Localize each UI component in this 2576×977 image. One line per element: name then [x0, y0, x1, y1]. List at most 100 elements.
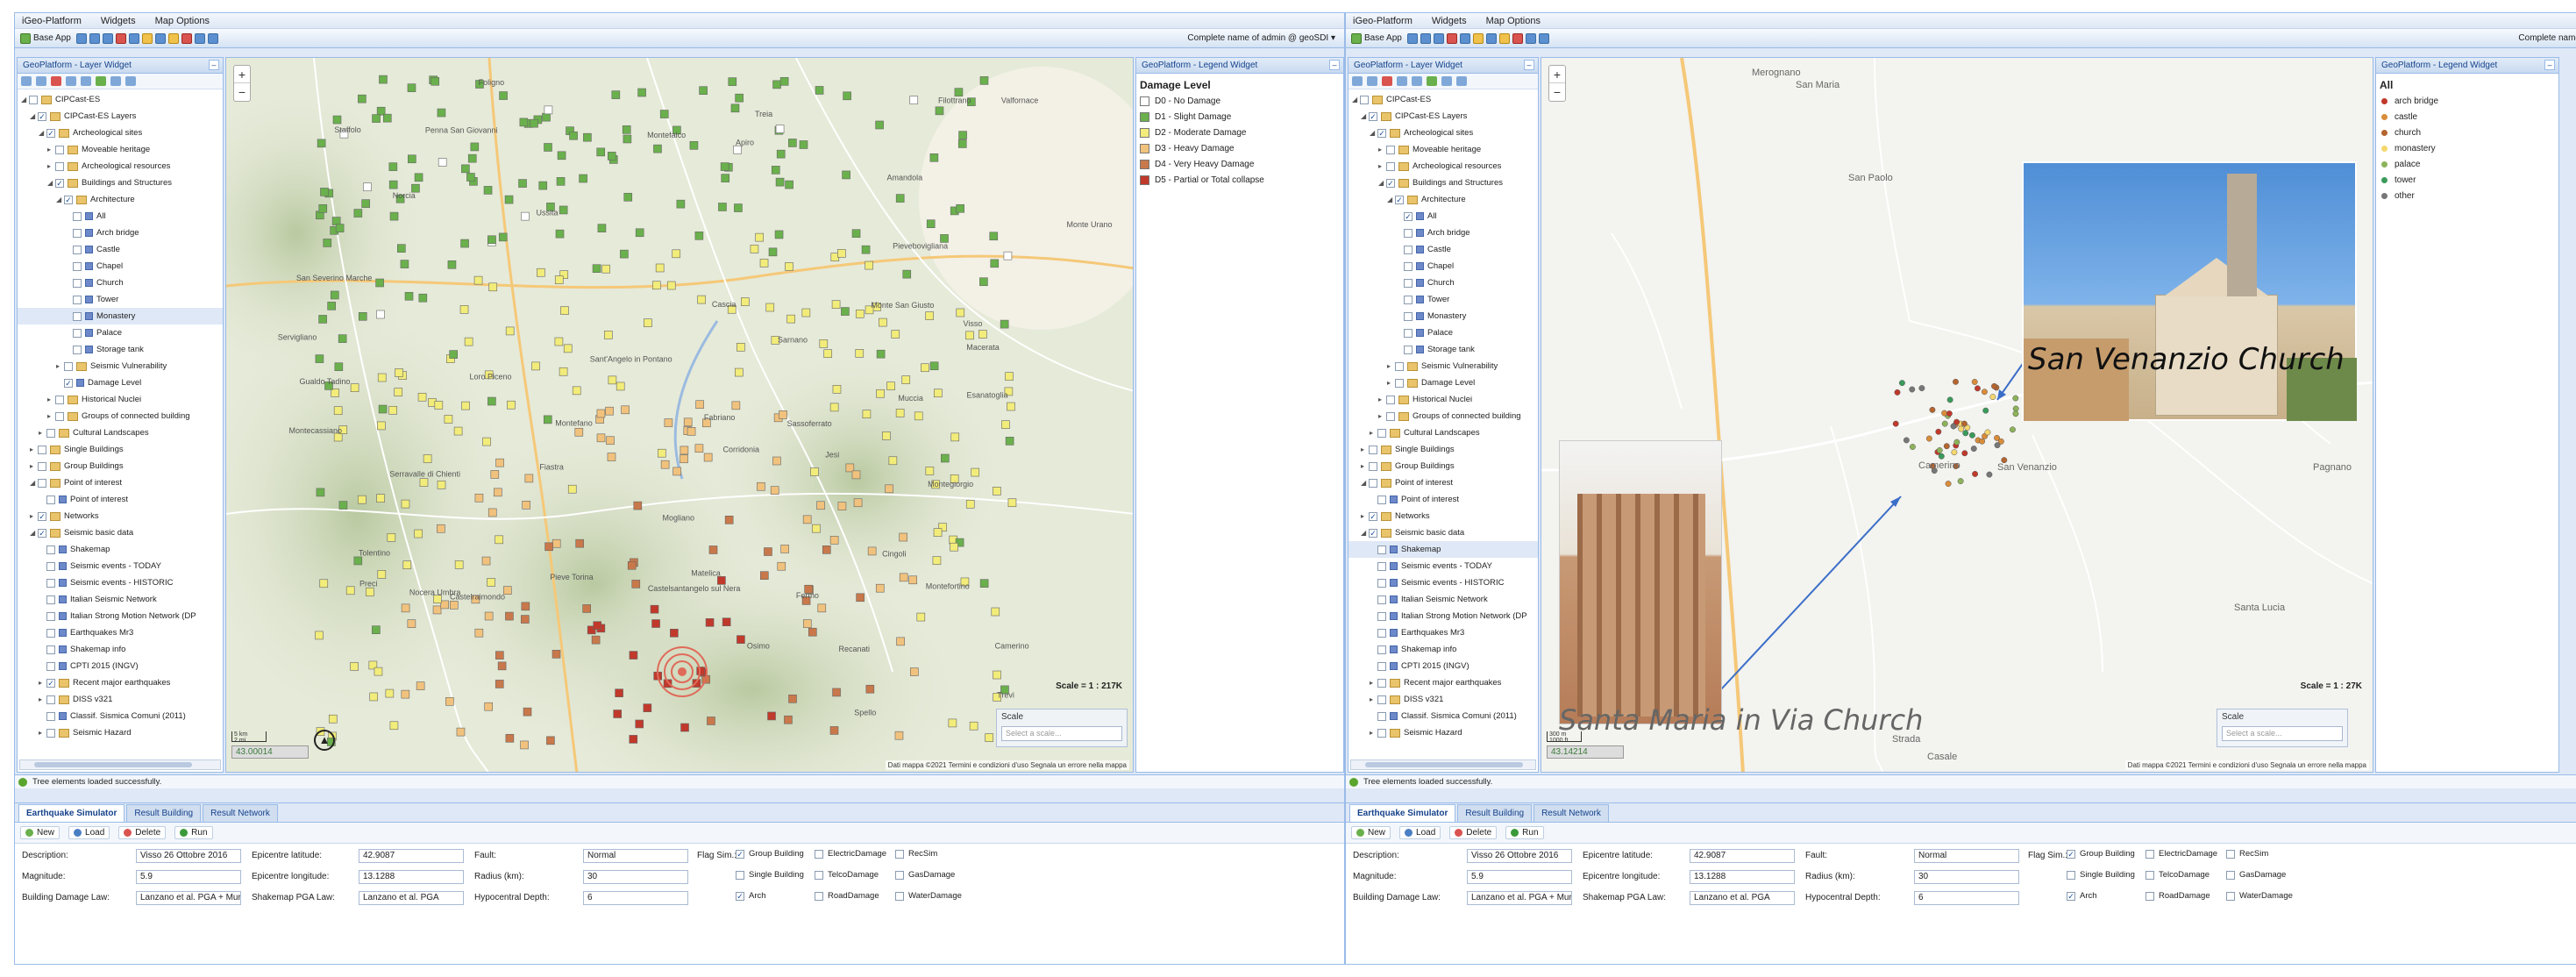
- tree-node[interactable]: Shakemap info: [1348, 641, 1538, 658]
- layer-checkbox[interactable]: [1377, 428, 1386, 438]
- longitude-input[interactable]: 13.1288: [359, 870, 464, 884]
- damage-marker[interactable]: [969, 721, 978, 731]
- building-marker[interactable]: [1962, 430, 1969, 437]
- damage-marker[interactable]: [842, 170, 850, 180]
- damage-marker[interactable]: [487, 508, 497, 517]
- building-marker[interactable]: [1941, 420, 1948, 427]
- layer-checkbox[interactable]: ✓: [46, 128, 55, 138]
- collapse-icon[interactable]: –: [2544, 60, 2555, 70]
- building-marker[interactable]: [1892, 420, 1899, 427]
- damage-marker[interactable]: [768, 247, 778, 257]
- layer-checkbox[interactable]: ✓: [55, 178, 64, 188]
- print-icon[interactable]: [81, 76, 91, 86]
- tree-node[interactable]: ▸ Group Buildings: [1348, 458, 1538, 474]
- layer-checkbox[interactable]: [46, 545, 55, 554]
- layer-checkbox[interactable]: [73, 261, 82, 271]
- damage-marker[interactable]: [593, 621, 602, 631]
- damage-marker[interactable]: [334, 362, 344, 372]
- horizontal-scrollbar[interactable]: [19, 759, 221, 770]
- damage-marker[interactable]: [320, 188, 329, 196]
- export-icon[interactable]: [1427, 76, 1437, 86]
- damage-marker[interactable]: [432, 605, 442, 615]
- tree-node[interactable]: ▸ Archeological resources: [18, 158, 223, 175]
- damage-marker[interactable]: [910, 667, 919, 676]
- tree-node[interactable]: ▸ Seismic Vulnerability: [18, 358, 223, 374]
- damage-marker[interactable]: [895, 194, 905, 203]
- checkbox-waterdamage[interactable]: WaterDamage: [895, 891, 962, 901]
- tree-node[interactable]: Arch bridge: [1348, 225, 1538, 241]
- building-marker[interactable]: [1979, 438, 1986, 445]
- expand-icon[interactable]: ▸: [56, 362, 64, 370]
- damage-marker[interactable]: [376, 310, 385, 319]
- tree-node[interactable]: ▸ Cultural Landscapes: [18, 424, 223, 441]
- damage-marker[interactable]: [775, 125, 785, 133]
- damage-marker[interactable]: [615, 688, 623, 697]
- damage-marker[interactable]: [978, 330, 987, 339]
- damage-marker[interactable]: [358, 312, 367, 321]
- horizontal-scrollbar[interactable]: [1350, 759, 1536, 770]
- damage-marker[interactable]: [497, 661, 507, 671]
- damage-marker[interactable]: [481, 556, 491, 566]
- layer-checkbox[interactable]: [1404, 228, 1413, 238]
- layer-checkbox[interactable]: ✓: [46, 678, 55, 688]
- damage-marker[interactable]: [853, 498, 863, 508]
- damage-marker[interactable]: [438, 158, 447, 167]
- layer-checkbox[interactable]: [1377, 661, 1386, 671]
- damage-marker[interactable]: [812, 524, 821, 533]
- building-damage-law-select[interactable]: Lanzano et al. PGA + Murs: [1467, 891, 1572, 905]
- checkbox-electricdamage[interactable]: ElectricDamage: [815, 849, 886, 859]
- damage-marker[interactable]: [770, 486, 779, 495]
- damage-marker[interactable]: [369, 692, 379, 702]
- damage-marker[interactable]: [583, 132, 592, 142]
- damage-marker[interactable]: [909, 96, 919, 104]
- damage-marker[interactable]: [1005, 437, 1014, 446]
- layer-checkbox[interactable]: [1404, 311, 1413, 321]
- layer-checkbox[interactable]: [46, 495, 55, 504]
- damage-marker[interactable]: [925, 467, 935, 475]
- expand-icon[interactable]: ▸: [1387, 379, 1395, 387]
- damage-marker[interactable]: [559, 367, 568, 376]
- user-menu[interactable]: Complete name of admin @ geoSDI ▾: [2518, 33, 2576, 43]
- damage-marker[interactable]: [563, 344, 573, 353]
- damage-marker[interactable]: [785, 262, 793, 271]
- expand-icon[interactable]: ▸: [1370, 695, 1377, 703]
- expand-icon[interactable]: ▸: [1370, 679, 1377, 687]
- damage-marker[interactable]: [450, 601, 459, 610]
- damage-marker[interactable]: [979, 76, 989, 85]
- tree-node[interactable]: Chapel: [1348, 258, 1538, 275]
- damage-marker[interactable]: [449, 350, 458, 359]
- damage-marker[interactable]: [361, 199, 371, 208]
- expand-icon[interactable]: ▸: [47, 412, 55, 420]
- damage-marker[interactable]: [418, 293, 428, 303]
- tree-node[interactable]: Italian Seismic Network: [1348, 591, 1538, 608]
- damage-marker[interactable]: [823, 349, 833, 359]
- tree-node[interactable]: ▸ DISS v321: [18, 691, 223, 708]
- tree-node[interactable]: Palace: [18, 324, 223, 341]
- damage-marker[interactable]: [507, 400, 516, 410]
- damage-marker[interactable]: [417, 392, 427, 402]
- checkbox-electricdamage[interactable]: ElectricDamage: [2145, 849, 2217, 859]
- description-input[interactable]: Visso 26 Ottobre 2016: [136, 849, 241, 863]
- damage-marker[interactable]: [495, 680, 504, 688]
- damage-marker[interactable]: [722, 617, 731, 626]
- damage-marker[interactable]: [358, 495, 366, 504]
- layer-checkbox[interactable]: [1377, 711, 1386, 721]
- user-menu[interactable]: Complete name of admin @ geoSDI ▾: [1187, 33, 1335, 43]
- tree-node[interactable]: Seismic events - TODAY: [1348, 558, 1538, 574]
- tree-node[interactable]: ▸ Cultural Landscapes: [1348, 424, 1538, 441]
- damage-marker[interactable]: [453, 426, 463, 436]
- add-folder-icon[interactable]: [1367, 76, 1377, 86]
- damage-marker[interactable]: [331, 217, 341, 225]
- damage-marker[interactable]: [774, 230, 784, 239]
- damage-marker[interactable]: [604, 331, 613, 339]
- damage-marker[interactable]: [851, 229, 861, 239]
- scale-dropdown[interactable]: Select a scale...: [1001, 726, 1122, 741]
- damage-marker[interactable]: [985, 733, 993, 742]
- radius-input[interactable]: 30: [1914, 870, 2019, 884]
- print-icon[interactable]: [1512, 32, 1523, 44]
- checkbox-roaddamage[interactable]: RoadDamage: [2145, 891, 2210, 901]
- damage-marker[interactable]: [551, 538, 561, 548]
- damage-marker[interactable]: [419, 478, 429, 487]
- checkbox-box[interactable]: [2145, 891, 2154, 901]
- checkbox-box[interactable]: ✓: [2067, 891, 2075, 901]
